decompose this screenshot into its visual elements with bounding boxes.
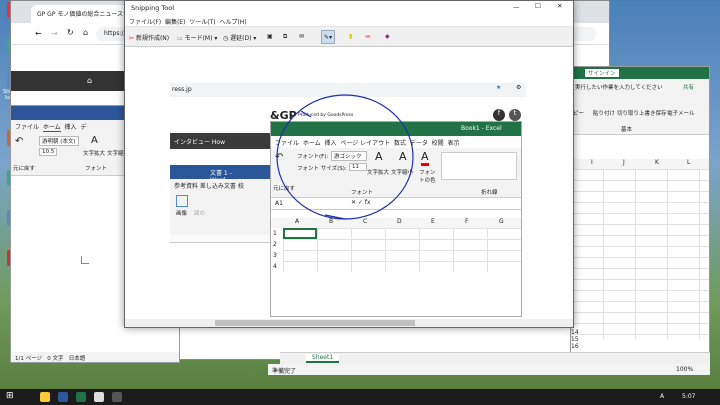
- sheet-tabs-bar: Sheet1: [280, 352, 710, 364]
- pen-circle: [276, 94, 414, 220]
- excel-titlebar: サインイン: [571, 67, 709, 79]
- status-ready: 準備完了: [272, 368, 297, 375]
- ime-indicator[interactable]: A: [660, 393, 664, 400]
- tell-me-box[interactable]: 実行したい作業を入力してください: [575, 83, 675, 91]
- copy-icon[interactable]: ⧉: [281, 30, 289, 44]
- undo-icon[interactable]: ↶: [15, 136, 23, 147]
- mode-button[interactable]: ▭ モード(M) ▾: [175, 30, 219, 44]
- back-icon[interactable]: ←: [35, 29, 42, 38]
- excel-taskbar-icon[interactable]: [76, 392, 86, 402]
- row-headers: 14 15 16: [571, 329, 579, 350]
- url-text: https://: [104, 30, 126, 37]
- app-taskbar-icon[interactable]: [112, 392, 122, 402]
- send-icon[interactable]: ✉: [297, 30, 306, 44]
- font-name-field[interactable]: 游明朝 (本文): [39, 136, 79, 146]
- page-corner-marker: [81, 256, 89, 264]
- mode-label: モード(M): [184, 35, 213, 42]
- sheet-tab[interactable]: Sheet1: [306, 354, 340, 363]
- reload-icon[interactable]: ↻: [67, 28, 74, 37]
- save-snip-icon[interactable]: ▣: [265, 30, 275, 44]
- row-header[interactable]: 15: [571, 336, 579, 343]
- delay-button[interactable]: ◷ 遅延(D) ▾: [221, 30, 258, 44]
- cut-button[interactable]: 切り取り: [617, 109, 639, 117]
- font-size-field[interactable]: 10.5: [39, 148, 58, 156]
- eraser-icon[interactable]: ▬: [363, 30, 373, 44]
- taskbar: ⊞ A 5:07: [0, 389, 720, 405]
- window-title: Snipping Tool: [131, 4, 175, 12]
- clock-icon: ◷: [223, 35, 229, 42]
- windows-start-icon[interactable]: ⊞: [6, 391, 14, 401]
- snip-taskbar-icon[interactable]: [94, 392, 104, 402]
- excel-statusbar: 準備完了 100%: [268, 364, 710, 375]
- zoom-level[interactable]: 100%: [676, 366, 693, 373]
- forward-icon[interactable]: →: [51, 29, 58, 38]
- page-count[interactable]: 1/1 ページ: [15, 356, 42, 362]
- excel-window-back: サインイン 実行したい作業を入力してください 共有 ピー 貼り付け 切り取り 上…: [570, 66, 710, 368]
- menu-help[interactable]: ヘルプ(H): [219, 19, 246, 26]
- row-header[interactable]: 14: [571, 329, 579, 336]
- language-indicator[interactable]: 日本語: [69, 356, 86, 362]
- clock[interactable]: 5:07: [682, 393, 695, 400]
- column-header[interactable]: L: [687, 159, 690, 166]
- home-icon[interactable]: ⌂: [87, 76, 92, 85]
- tab-design[interactable]: デ: [80, 124, 86, 131]
- paint3d-icon[interactable]: ◆: [383, 30, 392, 44]
- column-headers: I J K L: [571, 159, 709, 169]
- font-group-label: フォント: [85, 166, 108, 172]
- grow-font-label: 文字拡大: [83, 151, 106, 157]
- minimize-icon[interactable]: —: [513, 3, 520, 11]
- mode-icon: ▭: [177, 35, 183, 42]
- menu-file[interactable]: ファイル(F): [129, 19, 161, 26]
- delay-label: 遅延(D): [230, 35, 252, 42]
- home-icon[interactable]: ⌂: [83, 28, 88, 37]
- new-label: 新規作成(N): [135, 35, 170, 42]
- save-button[interactable]: 上書き保存: [639, 109, 667, 117]
- word-count[interactable]: 0 文字: [47, 356, 63, 362]
- canvas-hscroll[interactable]: [125, 319, 573, 327]
- tab-insert[interactable]: 挿入: [65, 124, 77, 131]
- shrink-font-label: 文字縮: [107, 151, 124, 157]
- pen-annotation: [276, 94, 414, 220]
- tab-home[interactable]: ホーム: [42, 124, 61, 132]
- paste-button[interactable]: 貼り付け: [593, 109, 615, 117]
- copy-button[interactable]: ピー: [573, 109, 584, 117]
- excel-ribbon: 実行したい作業を入力してください 共有 ピー 貼り付け 切り取り 上書き保存 電…: [571, 79, 709, 135]
- chrome-taskbar-icon[interactable]: [40, 392, 50, 402]
- share-button[interactable]: 共有: [683, 83, 694, 91]
- undo-label: 元に戻す: [13, 166, 36, 172]
- column-header[interactable]: K: [655, 159, 659, 166]
- signin-button[interactable]: サインイン: [585, 69, 619, 77]
- scroll-thumb[interactable]: [215, 320, 415, 326]
- menu-tools[interactable]: ツール(T): [189, 19, 215, 26]
- column-header[interactable]: J: [623, 159, 625, 166]
- word-taskbar-icon[interactable]: [58, 392, 68, 402]
- pen-icon[interactable]: ✎▾: [321, 30, 336, 44]
- close-icon[interactable]: ✕: [557, 2, 562, 10]
- snip-toolbar: ✂ 新規作成(N) ▭ モード(M) ▾ ◷ 遅延(D) ▾ ▣ ⧉ ✉ ✎▾ …: [125, 27, 573, 47]
- scissors-icon: ✂: [129, 35, 135, 42]
- email-button[interactable]: 電子メール: [667, 109, 695, 117]
- menu-edit[interactable]: 編集(E): [165, 19, 185, 26]
- grow-font-icon[interactable]: A: [91, 135, 98, 146]
- row-header[interactable]: 16: [571, 343, 579, 350]
- snip-canvas[interactable]: ress.jp ★ ⚙ &GP Produced by GoodsPress f…: [125, 47, 573, 327]
- new-snip-button[interactable]: ✂ 新規作成(N): [127, 30, 171, 44]
- word-statusbar: 1/1 ページ 0 文字 日本語: [11, 352, 179, 362]
- ribbon-group-label: 基本: [621, 127, 633, 133]
- sheet-grid[interactable]: [571, 169, 709, 339]
- site-header: ⌂: [11, 71, 131, 91]
- column-header[interactable]: I: [591, 159, 593, 166]
- maximize-icon[interactable]: ☐: [535, 2, 541, 10]
- snip-titlebar: Snipping Tool — ☐ ✕: [125, 1, 573, 15]
- tab-file[interactable]: ファイル: [15, 124, 39, 131]
- snipping-tool-window: Snipping Tool — ☐ ✕ ファイル(F) 編集(E) ツール(T)…: [124, 0, 574, 328]
- pen-stroke: [300, 110, 346, 220]
- snip-menubar: ファイル(F) 編集(E) ツール(T) ヘルプ(H): [125, 15, 573, 27]
- highlighter-icon[interactable]: ▮: [347, 30, 354, 44]
